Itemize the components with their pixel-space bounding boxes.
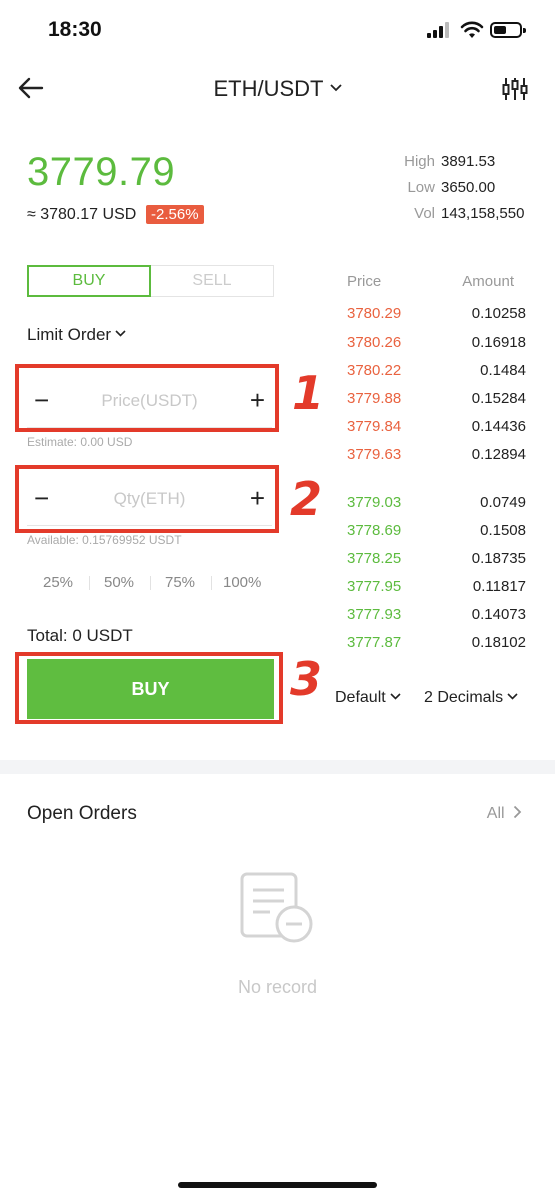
ask-amount: 0.16918 <box>471 334 526 351</box>
stat-low-label: Low <box>407 179 435 196</box>
ask-amount: 0.15284 <box>471 390 526 407</box>
depth-select-label: Default <box>335 689 386 706</box>
pair-label: ETH/USDT <box>213 76 324 101</box>
stat-high-value: 3891.53 <box>441 153 496 170</box>
bid-amount: 0.18735 <box>471 550 526 567</box>
chevron-down-icon <box>329 84 342 92</box>
orderbook-price-header: Price <box>347 273 382 290</box>
change-badge: -2.56% <box>146 205 204 224</box>
chevron-down-icon <box>390 693 401 700</box>
orderbook-amount-header: Amount <box>462 273 514 290</box>
bid-price[interactable]: 3777.93 <box>347 606 401 623</box>
status-time: 18:30 <box>48 18 102 41</box>
price-increment-button[interactable]: + <box>250 387 265 413</box>
stat-vol-value: 143,158,550 <box>441 205 525 222</box>
bid-price[interactable]: 3778.25 <box>347 550 401 567</box>
estimate-text: Estimate: 0.00 USD <box>27 435 133 449</box>
available-text: Available: 0.15769952 USDT <box>27 533 182 547</box>
stat-vol-label: Vol <box>414 205 435 222</box>
home-indicator[interactable] <box>178 1182 377 1188</box>
percent-50-button[interactable]: 50% <box>104 574 134 591</box>
price-placeholder: Price(USDT) <box>101 391 198 410</box>
decimals-select[interactable]: 2 Decimals <box>424 689 518 707</box>
stat-high-label: High <box>404 153 435 170</box>
all-link-label: All <box>486 805 505 822</box>
pair-selector[interactable]: ETH/USDT <box>0 76 555 102</box>
percent-divider <box>211 576 212 590</box>
bid-price[interactable]: 3778.69 <box>347 522 401 539</box>
bid-amount: 0.1508 <box>480 522 526 539</box>
bid-price[interactable]: 3777.95 <box>347 578 401 595</box>
usd-equivalent: ≈ 3780.17 USD <box>27 206 137 223</box>
ask-price[interactable]: 3779.63 <box>347 446 401 463</box>
candlestick-settings-icon[interactable] <box>502 76 528 102</box>
tab-sell[interactable]: SELL <box>151 265 274 297</box>
tab-buy[interactable]: BUY <box>27 265 151 297</box>
chevron-down-icon <box>115 330 126 337</box>
ask-amount: 0.10258 <box>471 305 526 322</box>
chevron-down-icon <box>507 693 518 700</box>
depth-select[interactable]: Default <box>335 689 401 707</box>
open-orders-title: Open Orders <box>27 803 137 824</box>
bid-amount: 0.0749 <box>480 494 526 511</box>
percent-100-button[interactable]: 100% <box>223 574 261 591</box>
section-divider <box>0 760 555 774</box>
decimals-select-label: 2 Decimals <box>424 689 504 706</box>
ask-price[interactable]: 3780.22 <box>347 362 401 379</box>
ask-amount: 0.14436 <box>471 418 526 435</box>
bid-price[interactable]: 3777.87 <box>347 634 401 651</box>
annotation-number-3: 3 <box>290 652 323 706</box>
chevron-right-icon <box>513 805 522 819</box>
annotation-box-qty <box>15 465 279 533</box>
percent-divider <box>89 576 90 590</box>
order-type-select[interactable]: Limit Order <box>27 325 126 345</box>
bid-price[interactable]: 3779.03 <box>347 494 401 511</box>
ask-price[interactable]: 3779.88 <box>347 390 401 407</box>
stat-low-value: 3650.00 <box>441 179 496 196</box>
price-input[interactable]: − Price(USDT) + <box>27 374 272 428</box>
ask-amount: 0.1484 <box>480 362 526 379</box>
annotation-number-2: 2 <box>290 472 323 526</box>
bid-amount: 0.11817 <box>472 578 526 595</box>
percent-divider <box>150 576 151 590</box>
bid-amount: 0.18102 <box>471 634 526 651</box>
total-text: Total: 0 USDT <box>27 626 133 645</box>
bid-amount: 0.14073 <box>471 606 526 623</box>
percent-75-button[interactable]: 75% <box>165 574 195 591</box>
ask-amount: 0.12894 <box>471 446 526 463</box>
signal-icon <box>427 22 453 38</box>
ask-price[interactable]: 3780.29 <box>347 305 401 322</box>
buy-button[interactable]: BUY <box>27 659 274 719</box>
open-orders-all-link[interactable]: All <box>487 805 522 823</box>
battery-icon <box>490 22 526 38</box>
order-type-label: Limit Order <box>27 325 112 344</box>
wifi-icon <box>460 21 484 38</box>
ask-price[interactable]: 3779.84 <box>347 418 401 435</box>
empty-document-icon <box>240 872 313 943</box>
annotation-number-1: 1 <box>292 366 325 420</box>
percent-25-button[interactable]: 25% <box>43 574 73 591</box>
ask-price[interactable]: 3780.26 <box>347 334 401 351</box>
last-price: 3779.79 <box>27 150 176 194</box>
empty-state-text: No record <box>237 977 318 997</box>
